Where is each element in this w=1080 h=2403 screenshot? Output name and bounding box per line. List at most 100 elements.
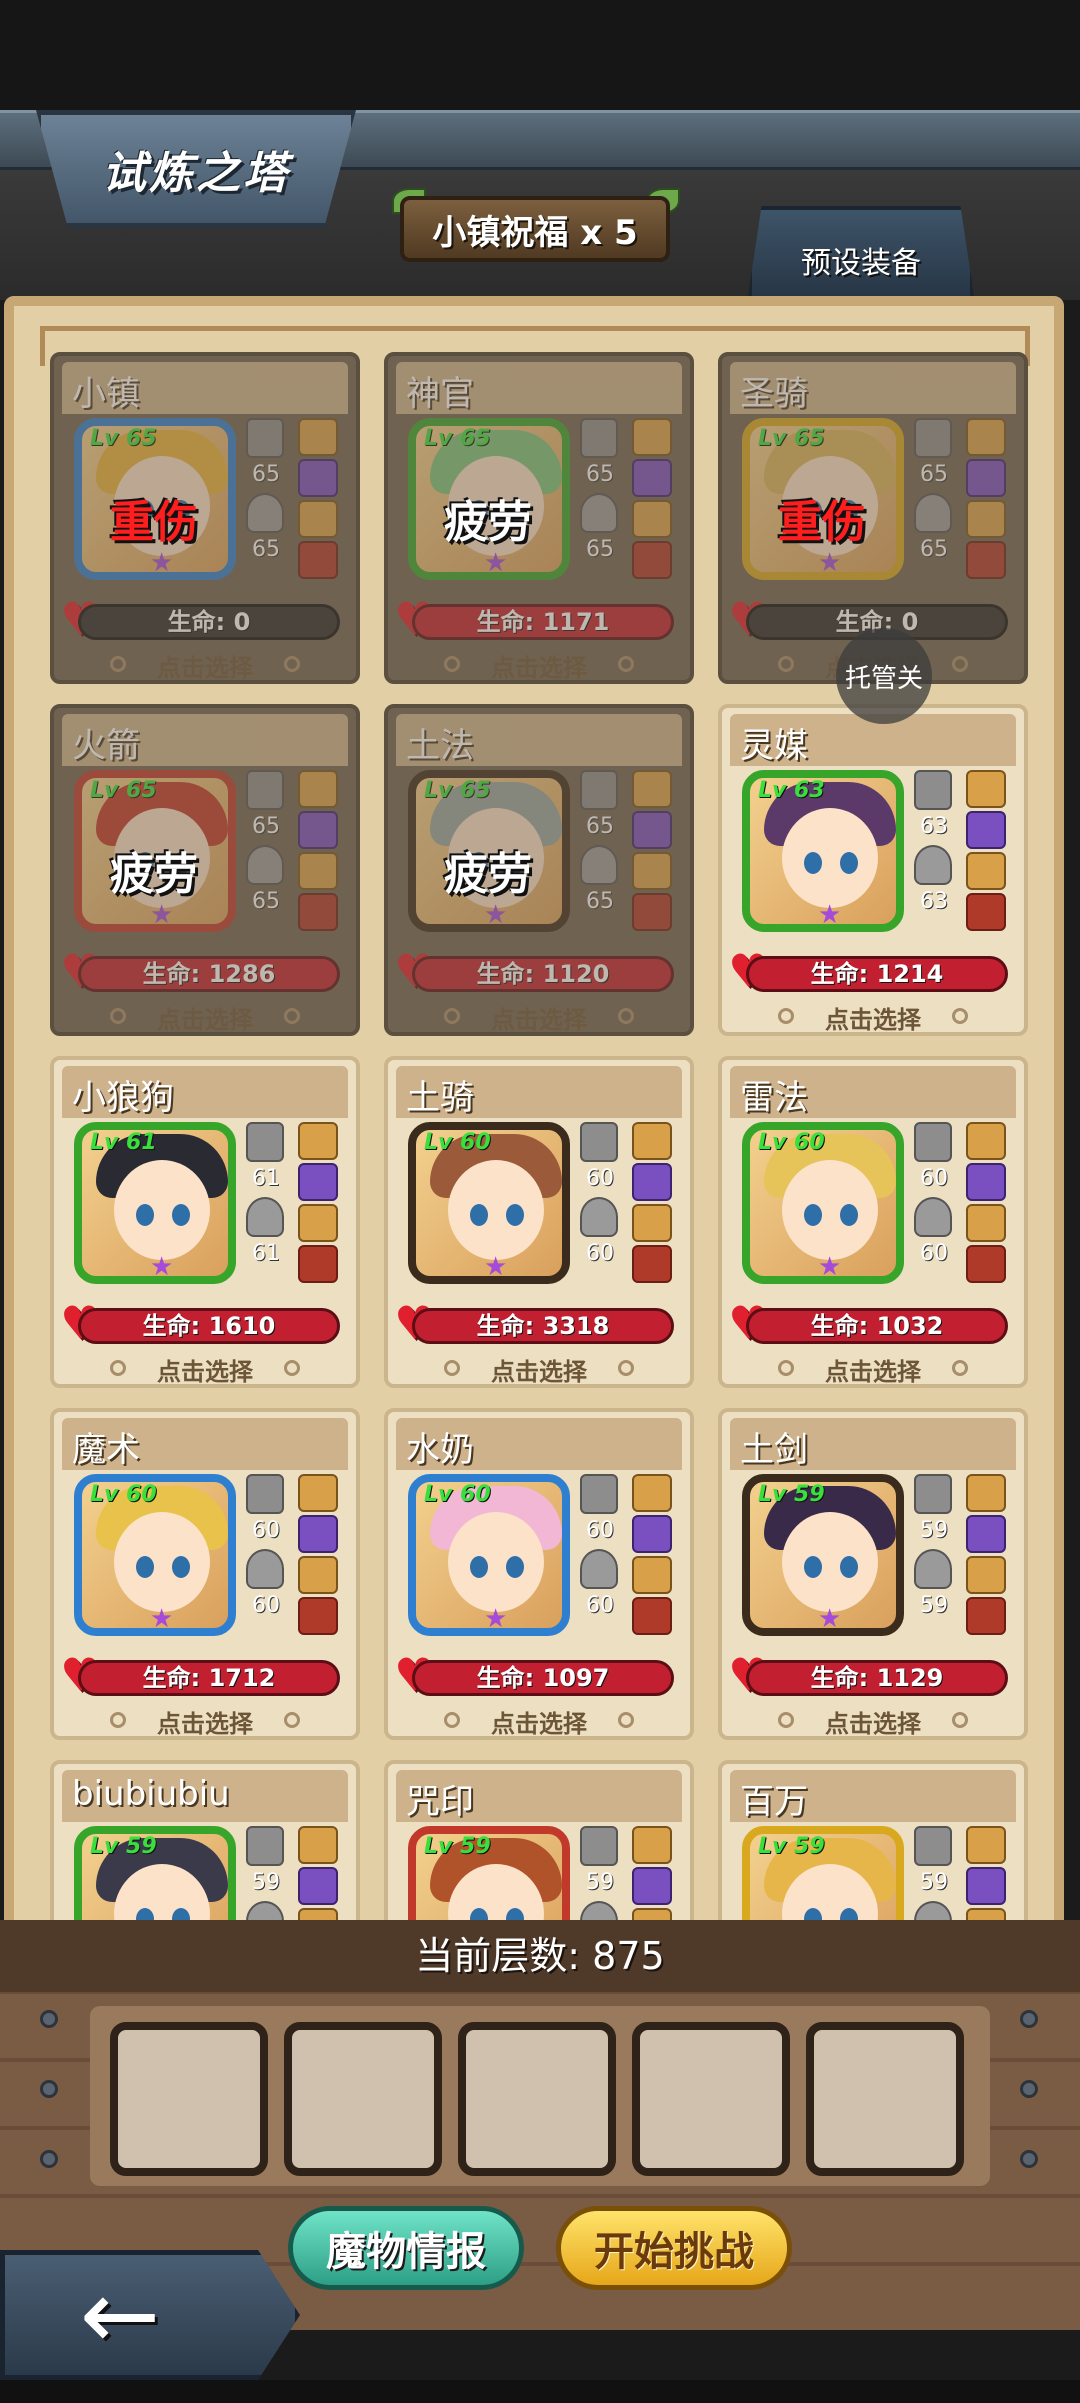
top-dark-area (0, 0, 1080, 110)
dot-icon (618, 1008, 634, 1024)
equipment-slot-icon (632, 1597, 672, 1635)
star-icon: ★ (818, 1252, 842, 1282)
hero-card[interactable]: 雷法 Lv 60 ★ 60 60 ♥ 生命: 1032 点击选择 (718, 1056, 1028, 1388)
dot-icon (284, 1008, 300, 1024)
hero-eye (470, 1204, 488, 1226)
hero-card[interactable]: 神官 Lv 65 ★ 65 65 ♥ 生命: 1171 点击选择 (384, 352, 694, 684)
hero-card[interactable]: 土骑 Lv 60 ★ 60 60 ♥ 生命: 3318 点击选择 (384, 1056, 694, 1388)
back-button[interactable]: ← (0, 2250, 300, 2380)
hero-name: 土剑 (740, 1430, 808, 1470)
attack-level: 65 (586, 462, 614, 487)
equipment-slot-icon (966, 418, 1006, 456)
hero-level: Lv 61 (90, 1130, 157, 1155)
hero-portrait: Lv 61 ★ (74, 1122, 236, 1284)
dot-icon (444, 1008, 460, 1024)
hero-equipment (298, 770, 338, 934)
select-row[interactable]: 点击选择 (388, 1000, 690, 1034)
sword-icon (580, 418, 618, 458)
hero-card-body: 灵媒 Lv 63 ★ 63 63 ♥ 生命: 1214 点击选择 (722, 708, 1024, 1034)
monster-info-button[interactable]: 魔物情报 (288, 2206, 524, 2290)
hp-label: 生命: 1129 (810, 1664, 944, 1692)
select-row[interactable]: 点击选择 (54, 1704, 356, 1738)
hero-eye (506, 1204, 524, 1226)
hero-eye (506, 1556, 524, 1578)
hero-eye (172, 1556, 190, 1578)
equipment-slot-icon (298, 1867, 338, 1905)
star-icon: ★ (484, 548, 508, 578)
attack-level: 65 (252, 462, 280, 487)
team-slot-2[interactable] (284, 2022, 442, 2176)
hero-name: 神官 (406, 374, 474, 414)
hp-bar: 生命: 1120 (412, 956, 674, 992)
equipment-slot-icon (966, 541, 1006, 579)
hero-card[interactable]: 火箭 Lv 65 ★ 65 65 ♥ 生命: 1286 点击选择 (50, 704, 360, 1036)
dot-icon (110, 656, 126, 672)
helmet-icon (246, 1197, 284, 1237)
equipment-slot-icon (632, 459, 672, 497)
select-row[interactable]: 点击选择 (722, 1704, 1024, 1738)
equipment-slot-icon (632, 811, 672, 849)
team-slot-4[interactable] (632, 2022, 790, 2176)
hp-bar: 生命: 3318 (412, 1308, 674, 1344)
hero-card[interactable]: 土剑 Lv 59 ★ 59 59 ♥ 生命: 1129 点击选择 (718, 1408, 1028, 1740)
select-label: 点击选择 (491, 1710, 587, 1738)
dot-icon (284, 1712, 300, 1728)
sword-icon (580, 1122, 618, 1162)
select-row[interactable]: 点击选择 (54, 1352, 356, 1386)
title-banner: 试炼之塔 (36, 110, 356, 228)
hero-level: Lv 63 (758, 778, 825, 803)
hero-card[interactable]: 小镇 Lv 65 ★ 65 65 ♥ 生命: 0 点击选择 (50, 352, 360, 684)
equipment-slot-icon (298, 1163, 338, 1201)
select-row[interactable]: 点击选择 (388, 1704, 690, 1738)
hero-name: 圣骑 (740, 374, 808, 414)
select-row[interactable]: 点击选择 (54, 648, 356, 682)
preset-equipment-tab[interactable]: 预设装备 (748, 206, 974, 296)
hp-label: 生命: 1214 (810, 960, 944, 988)
sword-icon (246, 1122, 284, 1162)
equipment-slot-icon (632, 1122, 672, 1160)
equipment-slot-icon (966, 1245, 1006, 1283)
dot-icon (952, 1712, 968, 1728)
hero-card-body: 魔术 Lv 60 ★ 60 60 ♥ 生命: 1712 点击选择 (54, 1412, 356, 1738)
attack-level: 59 (920, 1518, 948, 1543)
select-label: 点击选择 (157, 1358, 253, 1386)
hero-card[interactable]: 魔术 Lv 60 ★ 60 60 ♥ 生命: 1712 点击选择 (50, 1408, 360, 1740)
team-slot-1[interactable] (110, 2022, 268, 2176)
hero-card[interactable]: 水奶 Lv 60 ★ 60 60 ♥ 生命: 1097 点击选择 (384, 1408, 694, 1740)
hero-face (782, 1160, 878, 1260)
start-challenge-button[interactable]: 开始挑战 (556, 2206, 792, 2290)
hero-card[interactable]: 小狼狗 Lv 61 ★ 61 61 ♥ 生命: 1610 点击选择 (50, 1056, 360, 1388)
floor-bar: 当前层数: 875 (0, 1920, 1080, 1992)
select-row[interactable]: 点击选择 (722, 1000, 1024, 1034)
select-row[interactable]: 点击选择 (722, 1352, 1024, 1386)
hero-name: 雷法 (740, 1078, 808, 1118)
dot-icon (778, 1712, 794, 1728)
hero-card[interactable]: 灵媒 Lv 63 ★ 63 63 ♥ 生命: 1214 点击选择 (718, 704, 1028, 1036)
hero-face (782, 808, 878, 908)
equipment-slot-icon (966, 459, 1006, 497)
hp-bar: 生命: 1712 (78, 1660, 340, 1696)
hero-level: Lv 59 (424, 1834, 491, 1859)
equipment-slot-icon (966, 770, 1006, 808)
hero-name: 火箭 (72, 726, 140, 766)
select-row[interactable]: 点击选择 (388, 1352, 690, 1386)
hero-name: 小镇 (72, 374, 140, 414)
team-slot-3[interactable] (458, 2022, 616, 2176)
hero-card[interactable]: 土法 Lv 65 ★ 65 65 ♥ 生命: 1120 点击选择 (384, 704, 694, 1036)
nail-icon (40, 2150, 58, 2168)
sword-icon (914, 1474, 952, 1514)
select-label: 点击选择 (157, 654, 253, 682)
attack-level: 60 (586, 1166, 614, 1191)
hero-equipment (966, 1474, 1006, 1638)
hero-stats: 63 63 (914, 770, 954, 920)
select-row[interactable]: 点击选择 (388, 648, 690, 682)
equipment-slot-icon (298, 1204, 338, 1242)
system-nav-bar (0, 2380, 1080, 2403)
star-icon: ★ (484, 1252, 508, 1282)
select-row[interactable]: 点击选择 (54, 1000, 356, 1034)
team-slot-5[interactable] (806, 2022, 964, 2176)
hero-stats: 60 60 (580, 1474, 620, 1624)
auto-mode-button[interactable]: 托管关 (836, 628, 932, 724)
nail-icon (1020, 2080, 1038, 2098)
equipment-slot-icon (966, 1204, 1006, 1242)
